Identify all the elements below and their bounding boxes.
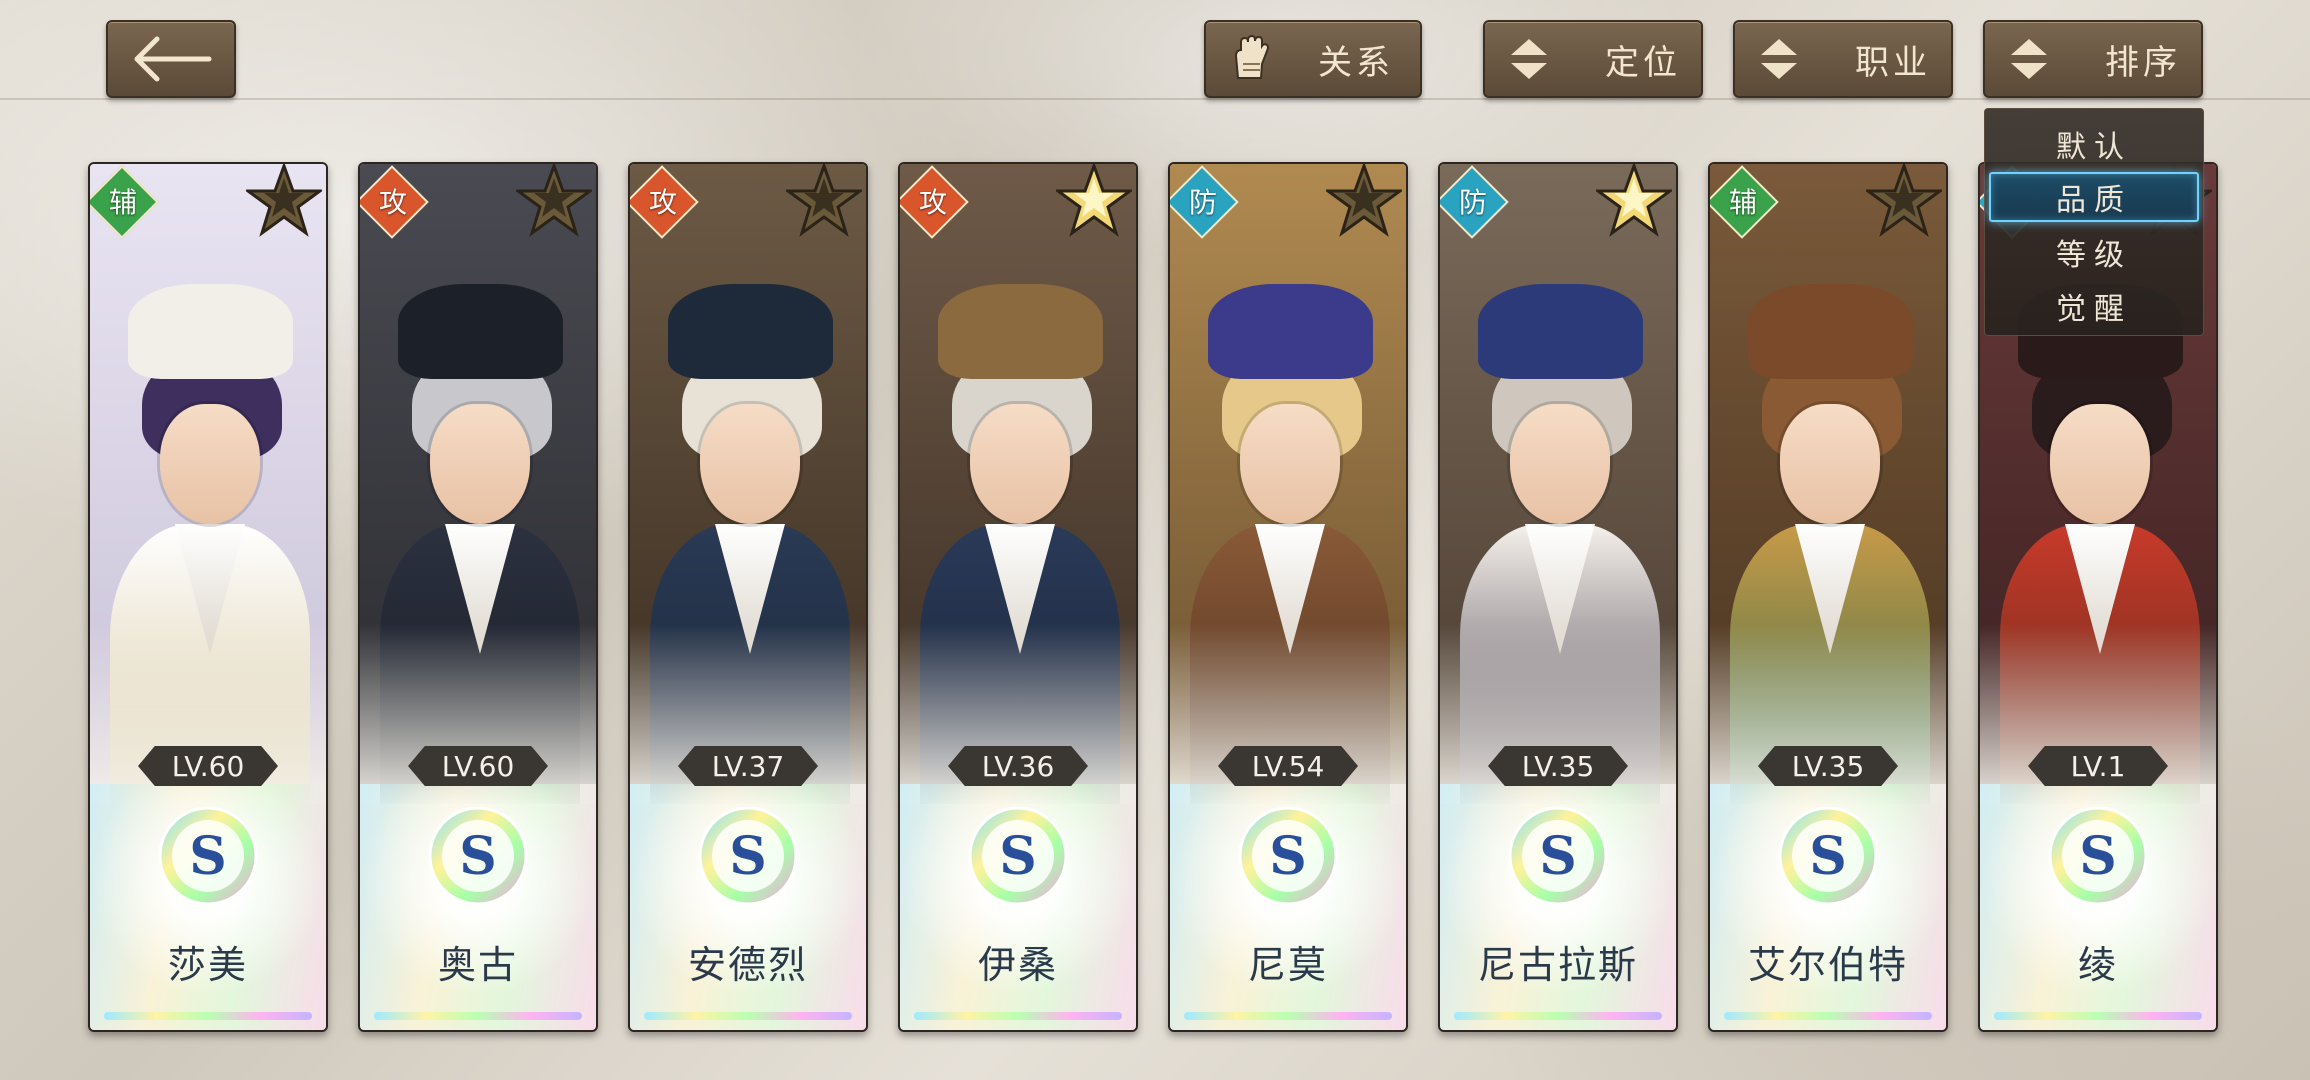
position-label: 定位 xyxy=(1605,42,1681,83)
level-tag: LV.1 xyxy=(2028,746,2168,786)
sort-option-default[interactable]: 默认 xyxy=(1989,119,2199,169)
rank-s-icon: S xyxy=(698,806,798,906)
star-icon xyxy=(1326,164,1402,237)
rank-s-icon: S xyxy=(428,806,528,906)
sort-option-quality[interactable]: 品质 xyxy=(1989,172,2199,222)
relation-button[interactable]: 关系 xyxy=(1204,20,1422,98)
job-filter-button[interactable]: 职业 xyxy=(1733,20,1953,98)
level-tag: LV.36 xyxy=(948,746,1088,786)
back-arrow-icon xyxy=(134,36,212,82)
character-card[interactable]: 攻 LV.37 S 安德烈 xyxy=(628,162,868,1032)
sort-option-level[interactable]: 等级 xyxy=(1989,227,2199,277)
rarity-bar xyxy=(1184,1012,1392,1020)
rarity-bar xyxy=(374,1012,582,1020)
character-card[interactable]: 防 LV.54 S 尼莫 xyxy=(1168,162,1408,1032)
svg-text:S: S xyxy=(2079,826,2117,887)
level-tag: LV.35 xyxy=(1758,746,1898,786)
level-tag: LV.60 xyxy=(408,746,548,786)
star-icon xyxy=(1056,164,1132,237)
svg-text:S: S xyxy=(1269,826,1307,887)
svg-text:S: S xyxy=(729,826,767,887)
glove-icon xyxy=(1234,34,1269,79)
svg-text:S: S xyxy=(999,826,1037,887)
character-name: 安德烈 xyxy=(687,943,808,987)
rarity-bar xyxy=(1454,1012,1662,1020)
role-label: 防 xyxy=(1188,186,1217,219)
svg-text:S: S xyxy=(189,826,227,887)
character-name: 奥古 xyxy=(437,943,518,987)
character-name: 尼莫 xyxy=(1247,943,1328,987)
character-card[interactable]: 攻 LV.36 S 伊桑 xyxy=(898,162,1138,1032)
back-button[interactable] xyxy=(106,20,236,98)
character-card[interactable]: 防 LV.35 S 尼古拉斯 xyxy=(1438,162,1678,1032)
star-icon xyxy=(1866,164,1942,237)
rarity-bar xyxy=(1994,1012,2202,1020)
character-card[interactable]: 辅 LV.60 S 莎美 xyxy=(88,162,328,1032)
relation-label: 关系 xyxy=(1318,42,1394,83)
level-tag: LV.54 xyxy=(1218,746,1358,786)
star-icon xyxy=(246,164,322,237)
rank-s-icon: S xyxy=(2048,806,2148,906)
rank-s-icon: S xyxy=(1238,806,1338,906)
role-label: 攻 xyxy=(648,186,677,219)
rarity-bar xyxy=(1724,1012,1932,1020)
level-tag: LV.37 xyxy=(678,746,818,786)
sort-arrows-icon xyxy=(1511,39,1547,79)
role-label: 辅 xyxy=(108,186,137,219)
rank-s-icon: S xyxy=(1778,806,1878,906)
role-label: 攻 xyxy=(918,186,947,219)
rank-s-icon: S xyxy=(1508,806,1608,906)
rarity-bar xyxy=(104,1012,312,1020)
character-name: 尼古拉斯 xyxy=(1477,943,1638,987)
star-icon xyxy=(1596,164,1672,237)
rarity-bar xyxy=(914,1012,1122,1020)
character-name: 艾尔伯特 xyxy=(1747,943,1908,987)
character-name: 绫 xyxy=(2077,943,2118,987)
role-label: 攻 xyxy=(378,186,407,219)
sort-option-awaken[interactable]: 觉醒 xyxy=(1989,281,2199,331)
job-label: 职业 xyxy=(1855,42,1931,83)
star-icon xyxy=(516,164,592,237)
rank-s-icon: S xyxy=(968,806,1068,906)
svg-text:S: S xyxy=(459,826,497,887)
svg-text:S: S xyxy=(1809,826,1847,887)
rank-s-icon: S xyxy=(158,806,258,906)
star-icon xyxy=(786,164,862,237)
character-card[interactable]: 辅 LV.35 S 艾尔伯特 xyxy=(1708,162,1948,1032)
character-card[interactable]: 攻 LV.60 S 奥古 xyxy=(358,162,598,1032)
role-label: 防 xyxy=(1458,186,1487,219)
level-tag: LV.35 xyxy=(1488,746,1628,786)
svg-text:S: S xyxy=(1539,826,1577,887)
sort-dropdown: 默认 品质 等级 觉醒 xyxy=(1984,108,2204,336)
sort-arrows-icon xyxy=(1761,39,1797,79)
position-filter-button[interactable]: 定位 xyxy=(1483,20,1703,98)
sort-arrows-icon xyxy=(2011,39,2047,79)
rarity-bar xyxy=(644,1012,852,1020)
character-name: 莎美 xyxy=(167,943,248,987)
sort-button[interactable]: 排序 xyxy=(1983,20,2203,98)
sort-label: 排序 xyxy=(2105,42,2181,83)
top-divider xyxy=(0,98,2310,100)
character-name: 伊桑 xyxy=(977,943,1058,987)
role-label: 辅 xyxy=(1728,186,1757,219)
level-tag: LV.60 xyxy=(138,746,278,786)
